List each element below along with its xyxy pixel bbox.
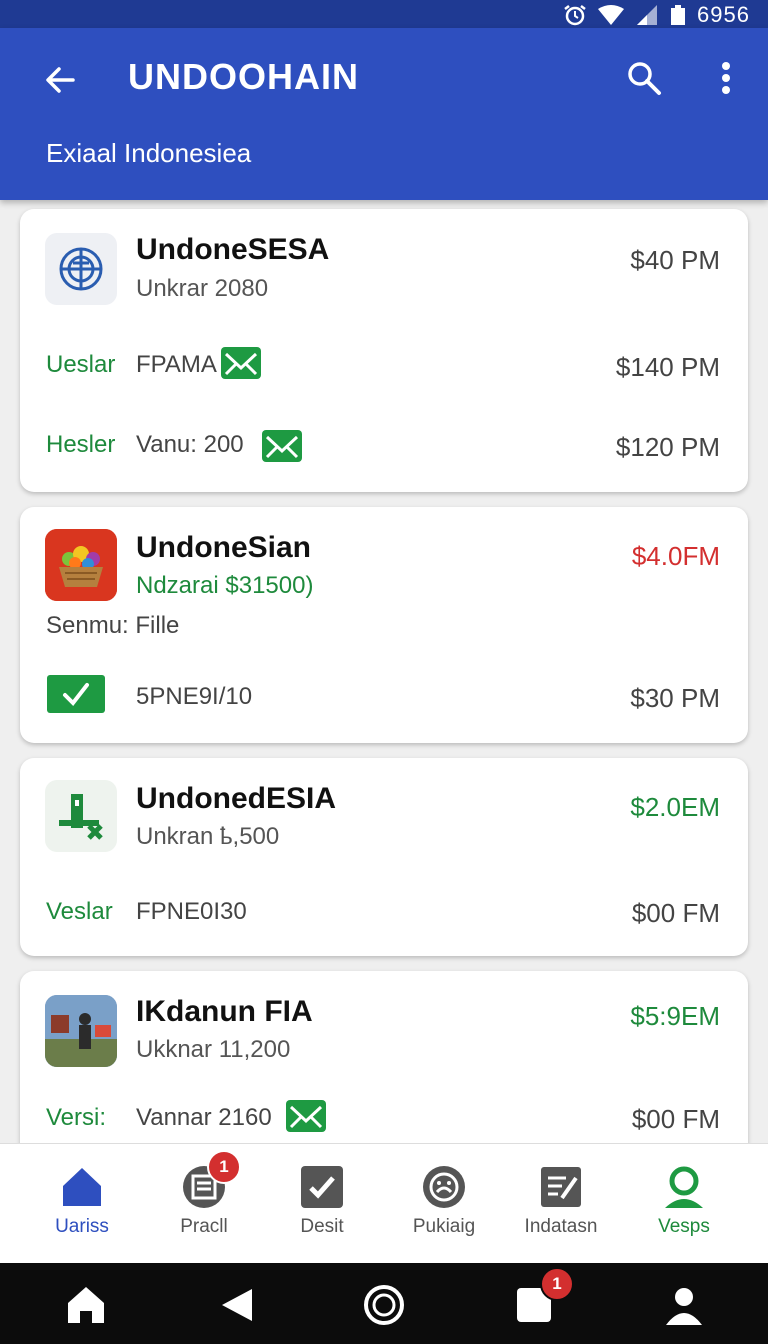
app-icon xyxy=(45,529,117,601)
nav-label: Desit xyxy=(300,1216,344,1237)
card-subtitle: Ndzarai $31500) xyxy=(136,572,314,599)
face-icon xyxy=(423,1166,465,1208)
card-price: $40 PM xyxy=(630,245,720,275)
notification-badge: 1 xyxy=(207,1150,241,1184)
app-title: UNDOOHAIN xyxy=(128,56,359,97)
card-detail: Senmu: Fille xyxy=(46,612,180,639)
back-button[interactable] xyxy=(38,58,82,102)
photo-thumbnail-icon xyxy=(45,995,117,1067)
row-price: $30 PM xyxy=(630,683,720,713)
card-title: UndoneSESA xyxy=(136,233,330,266)
person-icon xyxy=(666,1288,702,1325)
notification-badge: 1 xyxy=(540,1267,574,1301)
row-price: $00 FM xyxy=(631,898,720,928)
nav-label: Uariss xyxy=(55,1216,109,1237)
row-label: Hesler xyxy=(46,431,116,458)
card-title: UndoneSian xyxy=(136,531,312,564)
row-value: FPNE0I30 xyxy=(136,898,247,925)
system-overview-button[interactable] xyxy=(360,1281,408,1329)
nav-item-pukiaig[interactable]: Pukiaig xyxy=(389,1164,499,1238)
system-recents-button[interactable]: 1 xyxy=(510,1267,574,1329)
check-box-icon xyxy=(47,675,105,713)
wifi-icon xyxy=(598,5,625,25)
signal-icon xyxy=(637,5,658,25)
edit-note-icon xyxy=(541,1167,581,1207)
card-subtitle: Unkran ҍ,500 xyxy=(136,823,280,850)
app-subtitle: Exiaal Indonesiea xyxy=(46,138,252,168)
home-icon xyxy=(68,1287,104,1323)
row-price: $120 PM xyxy=(615,432,720,462)
row-value: Vanu: 200 xyxy=(136,431,244,458)
nav-item-desit[interactable]: Desit xyxy=(267,1164,377,1238)
check-box-icon xyxy=(301,1166,343,1208)
mail-check-icon xyxy=(286,1100,326,1132)
list-card[interactable]: UndoneSESA Unkrar 2080 $40 PM Ueslar FPA… xyxy=(20,209,748,492)
system-home-button[interactable] xyxy=(62,1281,110,1329)
globe-icon xyxy=(59,247,103,291)
more-options-button[interactable] xyxy=(704,56,748,100)
bottom-navigation: Uariss 1 Pracll Desit Pukiaig Indatasn V… xyxy=(0,1143,768,1264)
nav-label: Pracll xyxy=(180,1216,228,1237)
more-vert-icon xyxy=(722,62,730,94)
app-bar: UNDOOHAIN Exiaal Indonesiea xyxy=(0,28,768,200)
person-icon xyxy=(665,1166,703,1208)
card-price: $5:9EM xyxy=(630,1001,720,1031)
list-card[interactable]: UndoneSian Ndzarai $31500) $4.0FM Senmu:… xyxy=(20,507,748,743)
building-map-icon xyxy=(59,794,103,840)
row-label: Versi: xyxy=(46,1104,107,1131)
row-price: $00 FM xyxy=(631,1104,720,1134)
card-price: $2.0EM xyxy=(630,792,720,822)
row-label: Veslar xyxy=(46,898,113,925)
status-icons: 6956 xyxy=(563,2,750,28)
home-icon xyxy=(63,1168,101,1206)
system-back-button[interactable] xyxy=(212,1281,260,1329)
mail-check-icon xyxy=(221,347,261,379)
nav-item-indatasn[interactable]: Indatasn xyxy=(506,1164,616,1238)
battery-icon xyxy=(671,5,686,25)
row-value: FPAMA xyxy=(136,351,217,378)
list-card[interactable]: IKdanun FIA Ukknar 11,200 $5:9EM Versi: … xyxy=(20,971,748,1171)
app-icon xyxy=(45,780,117,852)
nav-item-pracll[interactable]: 1 Pracll xyxy=(149,1150,259,1238)
list-card[interactable]: UndonedESIA Unkran ҍ,500 $2.0EM Veslar F… xyxy=(20,758,748,956)
nav-item-vesps[interactable]: Vesps xyxy=(629,1164,739,1238)
search-button[interactable] xyxy=(622,56,666,100)
card-title: UndonedESIA xyxy=(136,782,336,815)
app-icon xyxy=(45,233,117,305)
status-bar: 6956 xyxy=(0,0,768,28)
card-title: IKdanun FIA xyxy=(136,995,313,1028)
card-price: $4.0FM xyxy=(631,541,720,571)
nav-label: Vesps xyxy=(658,1216,710,1237)
app-icon xyxy=(45,995,117,1067)
row-price: $140 PM xyxy=(615,352,720,382)
row-label: Ueslar xyxy=(46,351,116,378)
card-subtitle: Unkrar 2080 xyxy=(136,275,269,302)
back-triangle-icon xyxy=(222,1289,252,1321)
fruit-basket-icon xyxy=(45,529,117,601)
system-navigation-bar: 1 xyxy=(0,1263,768,1344)
nav-label: Indatasn xyxy=(524,1216,598,1237)
status-time: 6956 xyxy=(697,2,750,27)
nav-item-uariss[interactable]: Uariss xyxy=(27,1164,137,1238)
search-icon xyxy=(628,62,661,95)
circle-home-icon xyxy=(364,1285,404,1325)
row-value: 5PNE9I/10 xyxy=(136,683,253,710)
row-value: Vannar 2160 xyxy=(136,1104,272,1131)
alarm-icon xyxy=(564,5,586,26)
system-profile-button[interactable] xyxy=(660,1281,708,1329)
card-subtitle: Ukknar 11,200 xyxy=(136,1036,291,1063)
arrow-back-icon xyxy=(46,67,75,93)
nav-label: Pukiaig xyxy=(412,1216,476,1237)
mail-check-icon xyxy=(262,430,302,462)
